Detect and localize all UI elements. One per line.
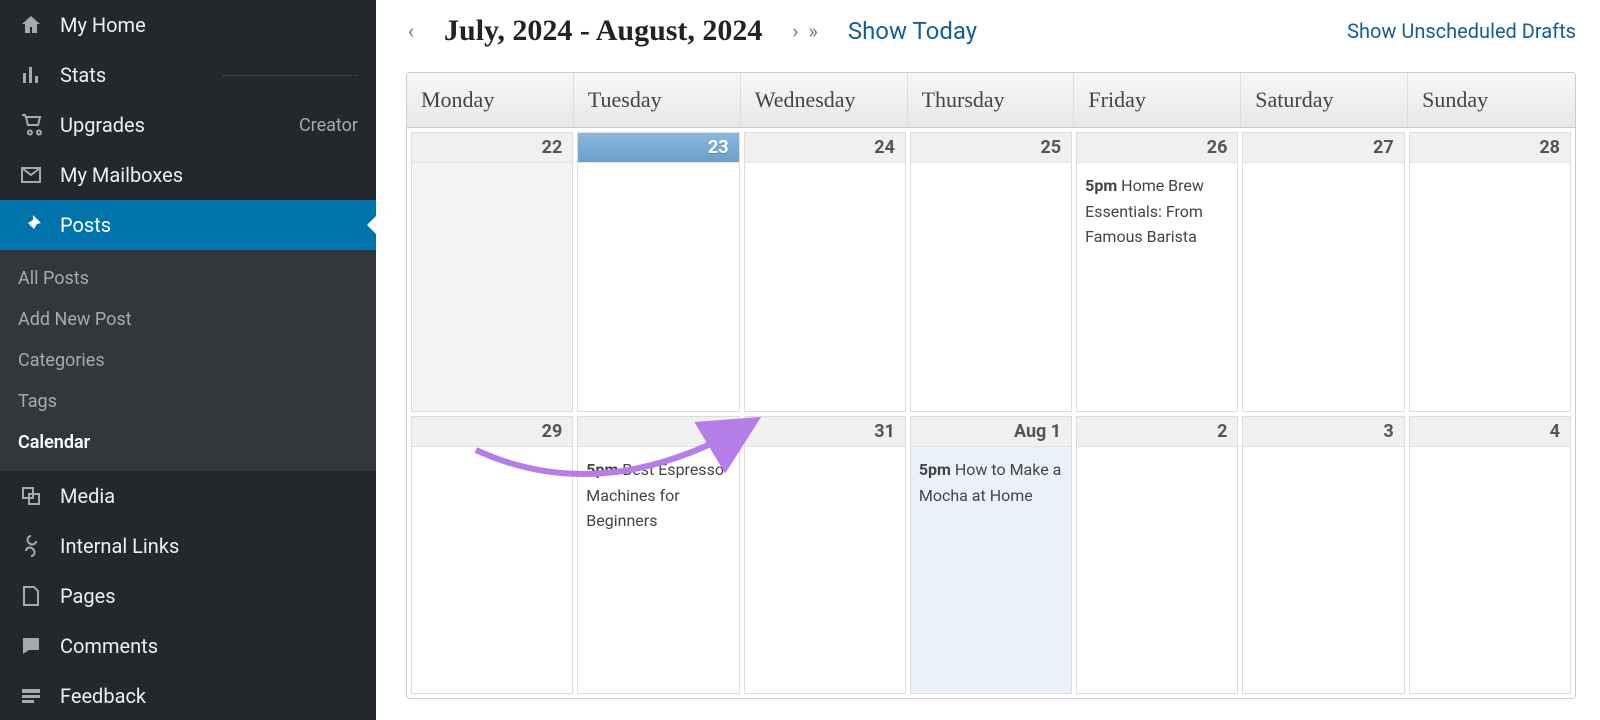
calendar-cell[interactable]: 23 (577, 132, 739, 412)
submenu-calendar[interactable]: Calendar (0, 422, 376, 463)
date-label: 3 (1243, 417, 1403, 447)
date-label: 4 (1410, 417, 1570, 447)
sidebar-item-label: Pages (60, 584, 358, 608)
day-header: Tuesday (574, 73, 741, 127)
submenu-all-posts[interactable]: All Posts (0, 258, 376, 299)
sidebar-item-stats[interactable]: Stats (0, 50, 376, 100)
calendar-cell[interactable]: 2 (1076, 416, 1238, 694)
calendar-cell[interactable]: 4 (1409, 416, 1571, 694)
nav-prev-group: ‹ (406, 19, 416, 43)
calendar-cell[interactable]: 25 (910, 132, 1072, 412)
sidebar-item-media[interactable]: Media (0, 471, 376, 521)
calendar-toolbar: ‹ July, 2024 - August, 2024 › » Show Tod… (406, 0, 1576, 72)
sidebar-item-pages[interactable]: Pages (0, 571, 376, 621)
sidebar-item-label: Stats (60, 63, 195, 87)
sidebar-item-mailboxes[interactable]: My Mailboxes (0, 150, 376, 200)
posts-submenu: All Posts Add New Post Categories Tags C… (0, 250, 376, 471)
plan-badge: Creator (299, 115, 358, 136)
sidebar-item-comments[interactable]: Comments (0, 621, 376, 671)
date-range-title: July, 2024 - August, 2024 (444, 14, 762, 48)
day-header: Saturday (1241, 73, 1408, 127)
date-label: 24 (745, 133, 905, 163)
sidebar-item-home[interactable]: My Home (0, 0, 376, 50)
sidebar-item-label: Posts (60, 213, 358, 237)
calendar-body: 22232425265pm Home Brew Essentials: From… (407, 128, 1575, 698)
next-fast-button[interactable]: » (806, 19, 819, 43)
cart-icon (18, 112, 44, 138)
mail-icon (18, 162, 44, 188)
sidebar-item-label: Internal Links (60, 534, 358, 558)
sidebar-item-label: Media (60, 484, 358, 508)
day-header: Wednesday (741, 73, 908, 127)
form-icon (18, 683, 44, 709)
comment-icon (18, 633, 44, 659)
main-content: ‹ July, 2024 - August, 2024 › » Show Tod… (376, 0, 1600, 720)
calendar-event[interactable]: 5pm Best Espresso Machines for Beginners (578, 447, 738, 544)
sidebar-item-label: Feedback (60, 684, 358, 708)
pages-icon (18, 583, 44, 609)
sidebar-item-feedback[interactable]: Feedback (0, 671, 376, 720)
sidebar-item-internal-links[interactable]: Internal Links (0, 521, 376, 571)
pin-icon (18, 212, 44, 238)
date-label: 30 (578, 417, 738, 447)
next-button[interactable]: › (790, 19, 800, 43)
date-label: 27 (1243, 133, 1403, 163)
day-header: Friday (1074, 73, 1241, 127)
date-label: Aug 1 (911, 417, 1071, 447)
calendar-header-row: Monday Tuesday Wednesday Thursday Friday… (407, 73, 1575, 128)
media-icon (18, 483, 44, 509)
date-label: 28 (1410, 133, 1570, 163)
date-label: 25 (911, 133, 1071, 163)
link-icon (18, 533, 44, 559)
sidebar-item-posts[interactable]: Posts (0, 200, 376, 250)
submenu-tags[interactable]: Tags (0, 381, 376, 422)
sidebar-item-label: My Home (60, 13, 358, 37)
day-header: Sunday (1408, 73, 1575, 127)
day-header: Thursday (908, 73, 1075, 127)
date-label: 31 (745, 417, 905, 447)
sidebar-item-label: Upgrades (60, 113, 283, 137)
calendar-cell[interactable]: 28 (1409, 132, 1571, 412)
calendar-event[interactable]: 5pm Home Brew Essentials: From Famous Ba… (1077, 163, 1237, 260)
calendar-cell[interactable]: Aug 15pm How to Make a Mocha at Home (910, 416, 1072, 694)
calendar: Monday Tuesday Wednesday Thursday Friday… (406, 72, 1576, 699)
calendar-cell[interactable]: 265pm Home Brew Essentials: From Famous … (1076, 132, 1238, 412)
submenu-add-new[interactable]: Add New Post (0, 299, 376, 340)
calendar-cell[interactable]: 29 (411, 416, 573, 694)
sidebar: My Home Stats Upgrades Creator My Mailbo… (0, 0, 376, 720)
calendar-event[interactable]: 5pm How to Make a Mocha at Home (911, 447, 1071, 518)
sidebar-item-label: My Mailboxes (60, 163, 358, 187)
sidebar-item-label: Comments (60, 634, 358, 658)
divider (223, 75, 358, 76)
date-label: 23 (578, 133, 738, 163)
stats-icon (18, 62, 44, 88)
calendar-cell[interactable]: 24 (744, 132, 906, 412)
date-label: 29 (412, 417, 572, 447)
home-icon (18, 12, 44, 38)
submenu-categories[interactable]: Categories (0, 340, 376, 381)
sidebar-item-upgrades[interactable]: Upgrades Creator (0, 100, 376, 150)
day-header: Monday (407, 73, 574, 127)
calendar-cell[interactable]: 27 (1242, 132, 1404, 412)
date-label: 2 (1077, 417, 1237, 447)
show-today-link[interactable]: Show Today (848, 17, 977, 45)
calendar-cell[interactable]: 305pm Best Espresso Machines for Beginne… (577, 416, 739, 694)
date-label: 26 (1077, 133, 1237, 163)
date-label: 22 (412, 133, 572, 163)
prev-button[interactable]: ‹ (406, 19, 416, 43)
nav-next-group: › » (790, 19, 819, 43)
calendar-cell[interactable]: 22 (411, 132, 573, 412)
calendar-cell[interactable]: 31 (744, 416, 906, 694)
unscheduled-drafts-link[interactable]: Show Unscheduled Drafts (1347, 19, 1576, 43)
calendar-cell[interactable]: 3 (1242, 416, 1404, 694)
